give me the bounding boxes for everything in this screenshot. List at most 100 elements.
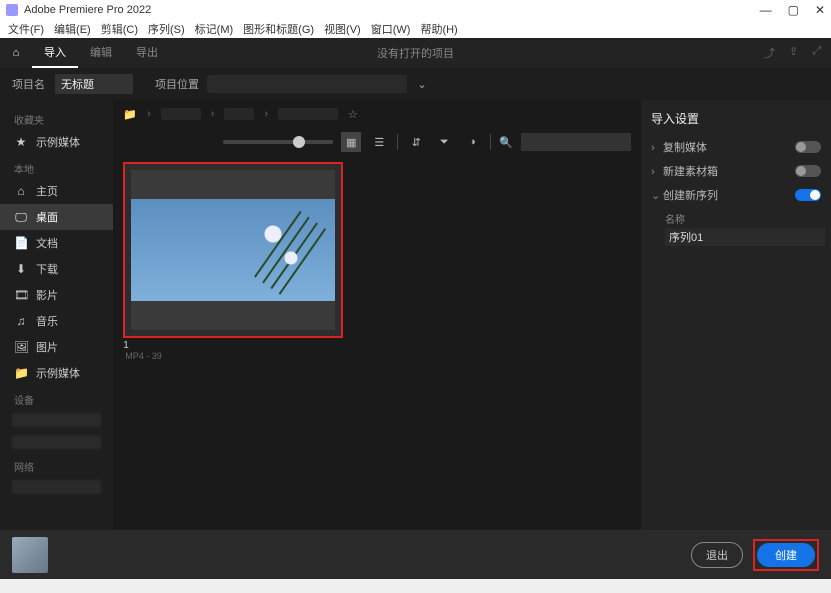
browser-toolbar: ▦ ☰ ⇵ ⏷ ◑ 🔍 — [113, 128, 641, 156]
grid-view-button[interactable]: ▦ — [341, 132, 361, 152]
monitor-icon: 🖵 — [14, 210, 28, 225]
breadcrumb-segment[interactable] — [278, 108, 338, 120]
sidebar-section-network: 网络 — [0, 453, 113, 476]
tab-import[interactable]: 导入 — [32, 38, 78, 68]
sidebar-device-item[interactable] — [12, 435, 101, 449]
selected-media-thumbnail[interactable] — [12, 537, 48, 573]
sidebar: 收藏夹 ★ 示例媒体 本地 ⌂主页 🖵桌面 📄文档 ⬇下载 🎞影片 ♫音乐 🖼图… — [0, 100, 113, 530]
project-location-label: 项目位置 — [155, 76, 199, 92]
close-button[interactable]: ✕ — [815, 3, 825, 17]
menu-file[interactable]: 文件(F) — [8, 21, 44, 37]
project-location-input[interactable] — [207, 75, 407, 93]
menu-window[interactable]: 窗口(W) — [371, 21, 411, 37]
divider — [397, 134, 398, 150]
sidebar-item-movies[interactable]: 🎞影片 — [0, 282, 113, 308]
sequence-name-input[interactable] — [665, 228, 825, 246]
folder-icon: 📁 — [14, 366, 28, 380]
sidebar-item-downloads[interactable]: ⬇下载 — [0, 256, 113, 282]
tab-export[interactable]: 导出 — [124, 38, 170, 68]
chevron-down-icon[interactable]: ⌄ — [415, 78, 429, 91]
copy-media-toggle[interactable] — [795, 141, 821, 153]
media-tile[interactable]: ✓ — [123, 162, 343, 338]
chevron-right-icon: › — [651, 142, 663, 154]
create-button[interactable]: 创建 — [757, 543, 815, 567]
chevron-right-icon: › — [651, 166, 663, 178]
new-bin-toggle[interactable] — [795, 165, 821, 177]
footer-bar: 退出 创建 — [0, 530, 831, 579]
new-sequence-toggle[interactable] — [795, 189, 821, 201]
media-name: 1 — [123, 340, 631, 351]
download-icon: ⬇ — [14, 262, 28, 276]
sidebar-section-favorites: 收藏夹 — [0, 106, 113, 129]
project-status: 没有打开的项目 — [377, 45, 454, 61]
menu-help[interactable]: 帮助(H) — [420, 21, 457, 37]
project-fields: 项目名 项目位置 ⌄ — [0, 68, 831, 100]
exit-button[interactable]: 退出 — [691, 542, 743, 568]
project-name-input[interactable] — [55, 74, 133, 94]
search-input[interactable] — [521, 133, 631, 151]
import-settings-header: 导入设置 — [651, 110, 821, 127]
chevron-right-icon: › — [264, 108, 268, 120]
window-titlebar: Adobe Premiere Pro 2022 — ▢ ✕ — [0, 0, 831, 20]
app-icon — [6, 4, 18, 16]
breadcrumb-segment[interactable] — [224, 108, 254, 120]
movie-icon: 🎞 — [14, 288, 28, 302]
sidebar-item-pictures[interactable]: 🖼图片 — [0, 334, 113, 360]
view-options-button[interactable]: ◑ — [462, 132, 482, 152]
home-icon[interactable]: ⌂ — [6, 47, 26, 59]
menu-edit[interactable]: 编辑(E) — [54, 21, 91, 37]
sidebar-item-music[interactable]: ♫音乐 — [0, 308, 113, 334]
workspace-tabs: ⌂ 导入 编辑 导出 没有打开的项目 ⤴ ⇪ ⤢ — [0, 38, 831, 68]
favorite-star-icon[interactable]: ☆ — [348, 108, 358, 121]
menu-sequence[interactable]: 序列(S) — [148, 21, 185, 37]
sidebar-item-documents[interactable]: 📄文档 — [0, 230, 113, 256]
export-icon[interactable]: ⤴ — [764, 45, 775, 61]
picture-icon: 🖼 — [14, 340, 28, 354]
chevron-right-icon: › — [211, 108, 215, 120]
option-new-sequence[interactable]: ⌄创建新序列 — [651, 183, 821, 207]
sidebar-section-devices: 设备 — [0, 386, 113, 409]
minimize-button[interactable]: — — [760, 3, 772, 17]
media-type: MP4 - 39 — [123, 351, 631, 361]
window-title: Adobe Premiere Pro 2022 — [24, 4, 151, 16]
sidebar-item-sample-media-fav[interactable]: ★ 示例媒体 — [0, 129, 113, 155]
chevron-down-icon: ⌄ — [651, 189, 663, 202]
sidebar-item-desktop[interactable]: 🖵桌面 — [0, 204, 113, 230]
sidebar-device-item[interactable] — [12, 413, 101, 427]
option-new-bin[interactable]: ›新建素材箱 — [651, 159, 821, 183]
list-view-button[interactable]: ☰ — [369, 132, 389, 152]
expand-icon[interactable]: ⤢ — [812, 45, 821, 61]
sidebar-item-home[interactable]: ⌂主页 — [0, 178, 113, 204]
media-browser: 📁 › › › ☆ ▦ ☰ ⇵ ⏷ ◑ 🔍 ✓ 1 — [113, 100, 641, 530]
create-button-highlight: 创建 — [753, 539, 819, 571]
thumbnail-size-slider[interactable] — [223, 140, 333, 144]
project-name-label: 项目名 — [12, 76, 45, 92]
folder-icon[interactable]: 📁 — [123, 108, 137, 121]
search-icon: 🔍 — [499, 136, 513, 149]
menu-view[interactable]: 视图(V) — [324, 21, 361, 37]
sidebar-section-local: 本地 — [0, 155, 113, 178]
menu-bar: 文件(F) 编辑(E) 剪辑(C) 序列(S) 标记(M) 图形和标题(G) 视… — [0, 20, 831, 38]
media-thumbnail — [131, 170, 335, 330]
document-icon: 📄 — [14, 236, 28, 250]
sequence-name-label: 名称 — [665, 211, 821, 226]
sort-button[interactable]: ⇵ — [406, 132, 426, 152]
divider — [490, 134, 491, 150]
sidebar-item-label: 示例媒体 — [36, 134, 80, 150]
tab-edit[interactable]: 编辑 — [78, 38, 124, 68]
import-settings-panel: 导入设置 ›复制媒体 ›新建素材箱 ⌄创建新序列 名称 — [641, 100, 831, 530]
home-icon: ⌂ — [14, 184, 28, 198]
sidebar-network-item[interactable] — [12, 480, 101, 494]
share-icon[interactable]: ⇪ — [789, 45, 798, 61]
menu-markers[interactable]: 标记(M) — [195, 21, 234, 37]
filter-button[interactable]: ⏷ — [434, 132, 454, 152]
option-copy-media[interactable]: ›复制媒体 — [651, 135, 821, 159]
menu-graphics[interactable]: 图形和标题(G) — [243, 21, 314, 37]
chevron-right-icon: › — [147, 108, 151, 120]
sidebar-item-sample-media[interactable]: 📁示例媒体 — [0, 360, 113, 386]
star-icon: ★ — [14, 135, 28, 149]
breadcrumb-segment[interactable] — [161, 108, 201, 120]
os-taskbar — [0, 579, 831, 593]
maximize-button[interactable]: ▢ — [788, 3, 799, 17]
menu-clip[interactable]: 剪辑(C) — [101, 21, 138, 37]
